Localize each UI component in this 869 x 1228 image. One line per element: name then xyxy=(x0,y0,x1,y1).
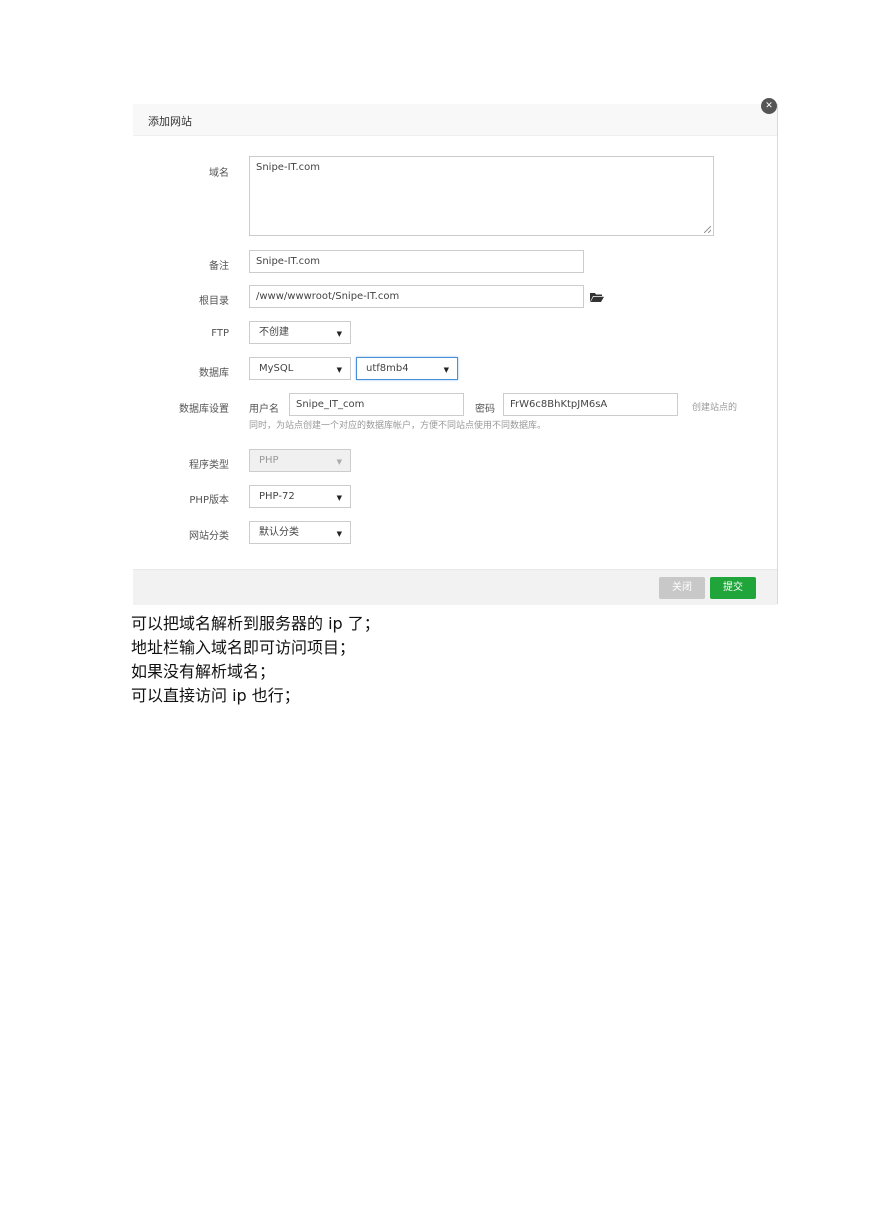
note-line: 如果没有解析域名； xyxy=(131,662,276,681)
database-type-select[interactable]: MySQL ▼ xyxy=(249,357,351,380)
ftp-select[interactable]: 不创建 ▼ xyxy=(249,321,351,344)
site-category-value: 默认分类 xyxy=(259,527,299,538)
database-charset-select[interactable]: utf8mb4 ▼ xyxy=(356,357,458,380)
db-user-label: 用户名 xyxy=(249,404,279,415)
chevron-down-icon: ▼ xyxy=(336,458,342,466)
database-type-value: MySQL xyxy=(259,363,294,374)
dialog-footer: 关闭 提交 xyxy=(133,569,777,605)
php-version-label: PHP版本 xyxy=(189,495,229,506)
db-hint-line2: 同时，为站点创建一个对应的数据库帐户，方便不同站点使用不同数据库。 xyxy=(249,421,547,431)
add-site-dialog: 添加网站 ✕ 域名 Snipe-IT.com 备注 Snipe-IT.com 根… xyxy=(133,98,778,605)
close-icon[interactable]: ✕ xyxy=(761,98,777,114)
chevron-down-icon: ▼ xyxy=(336,494,342,502)
folder-open-icon[interactable] xyxy=(590,292,604,302)
note-line: 地址栏输入域名即可访问项目； xyxy=(131,638,356,657)
ftp-select-value: 不创建 xyxy=(259,327,289,338)
domain-value: Snipe-IT.com xyxy=(256,162,320,173)
db-settings-label: 数据库设置 xyxy=(179,404,229,415)
program-type-label: 程序类型 xyxy=(189,460,229,471)
site-category-select[interactable]: 默认分类 ▼ xyxy=(249,521,351,544)
chevron-down-icon: ▼ xyxy=(336,366,342,374)
php-version-value: PHP-72 xyxy=(259,491,295,502)
root-dir-label: 根目录 xyxy=(199,296,229,307)
program-type-select: PHP ▼ xyxy=(249,449,351,472)
database-charset-value: utf8mb4 xyxy=(366,363,409,374)
db-user-input[interactable]: Snipe_IT_com xyxy=(289,393,464,416)
remark-input[interactable]: Snipe-IT.com xyxy=(249,250,584,273)
db-password-label: 密码 xyxy=(475,404,495,415)
db-password-input[interactable]: FrW6c8BhKtpJM6sA xyxy=(503,393,678,416)
resize-grip-icon[interactable] xyxy=(704,226,711,233)
domain-textarea[interactable]: Snipe-IT.com xyxy=(249,156,714,236)
note-line: 可以把域名解析到服务器的 ip 了； xyxy=(131,614,380,633)
ftp-label: FTP xyxy=(211,328,229,339)
site-category-label: 网站分类 xyxy=(189,531,229,542)
chevron-down-icon: ▼ xyxy=(336,330,342,338)
dialog-title: 添加网站 xyxy=(148,115,192,128)
program-type-value: PHP xyxy=(259,455,279,466)
dialog-header: 添加网站 xyxy=(133,104,777,136)
chevron-down-icon: ▼ xyxy=(443,366,449,374)
submit-button[interactable]: 提交 xyxy=(710,577,756,599)
root-dir-input[interactable]: /www/wwwroot/Snipe-IT.com xyxy=(249,285,584,308)
close-button[interactable]: 关闭 xyxy=(659,577,705,599)
note-line: 可以直接访问 ip 也行； xyxy=(131,686,300,705)
database-label: 数据库 xyxy=(199,368,229,379)
chevron-down-icon: ▼ xyxy=(336,530,342,538)
php-version-select[interactable]: PHP-72 ▼ xyxy=(249,485,351,508)
remark-label: 备注 xyxy=(209,261,229,272)
domain-label: 域名 xyxy=(209,168,229,179)
db-hint-line1: 创建站点的 xyxy=(692,403,738,413)
